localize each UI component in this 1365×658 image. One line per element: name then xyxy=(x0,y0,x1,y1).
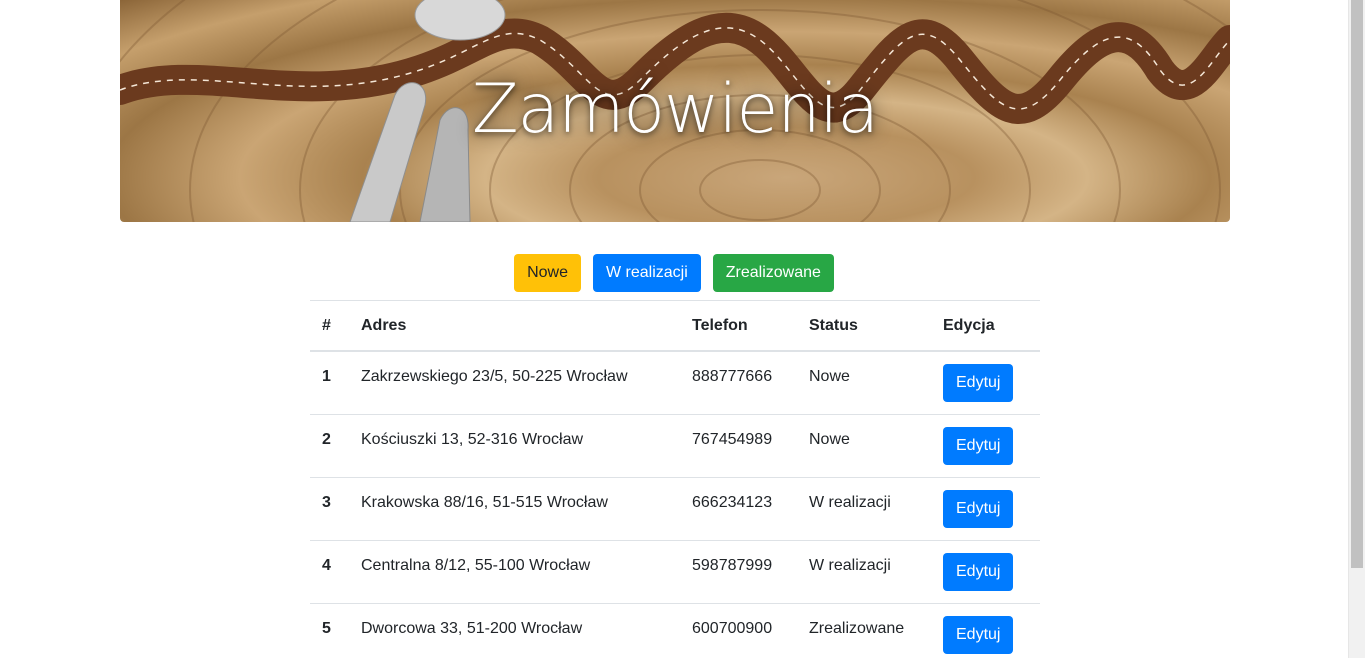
order-address: Krakowska 88/16, 51-515 Wrocław xyxy=(349,476,680,540)
table-header-row: # Adres Telefon Status Edycja xyxy=(310,300,1040,352)
order-status: Nowe xyxy=(797,413,931,477)
filter-new-button[interactable]: Nowe xyxy=(514,254,581,292)
filter-completed-button[interactable]: Zrealizowane xyxy=(712,254,834,292)
order-phone: 767454989 xyxy=(680,413,797,477)
header-edit: Edycja xyxy=(931,300,1040,352)
table-row: 4 Centralna 8/12, 55-100 Wrocław 5987879… xyxy=(310,539,1040,603)
header-address: Adres xyxy=(349,300,680,352)
order-phone: 598787999 xyxy=(680,539,797,603)
orders-table: # Adres Telefon Status Edycja 1 Zakrzews… xyxy=(310,300,1040,658)
header-status: Status xyxy=(797,300,931,352)
edit-button[interactable]: Edytuj xyxy=(943,363,1014,402)
order-address: Centralna 8/12, 55-100 Wrocław xyxy=(349,539,680,603)
order-phone: 666234123 xyxy=(680,476,797,540)
order-number: 5 xyxy=(310,602,349,658)
edit-button[interactable]: Edytuj xyxy=(943,489,1014,528)
scrollbar-thumb[interactable] xyxy=(1351,0,1363,568)
hero-banner: Zamówienia xyxy=(120,0,1230,222)
header-number: # xyxy=(310,300,349,352)
order-number: 2 xyxy=(310,413,349,477)
order-status: W realizacji xyxy=(797,476,931,540)
edit-button[interactable]: Edytuj xyxy=(943,426,1014,465)
header-phone: Telefon xyxy=(680,300,797,352)
order-status: W realizacji xyxy=(797,539,931,603)
table-row: 2 Kościuszki 13, 52-316 Wrocław 76745498… xyxy=(310,413,1040,477)
table-row: 1 Zakrzewskiego 23/5, 50-225 Wrocław 888… xyxy=(310,350,1040,414)
order-address: Kościuszki 13, 52-316 Wrocław xyxy=(349,413,680,477)
page-title: Zamówienia xyxy=(471,70,879,149)
table-row: 5 Dworcowa 33, 51-200 Wrocław 600700900 … xyxy=(310,602,1040,658)
order-address: Dworcowa 33, 51-200 Wrocław xyxy=(349,602,680,658)
order-status: Zrealizowane xyxy=(797,602,931,658)
table-row: 3 Krakowska 88/16, 51-515 Wrocław 666234… xyxy=(310,476,1040,540)
status-filter-group: Nowe W realizacji Zrealizowane xyxy=(0,254,1348,292)
page-scrollbar[interactable] xyxy=(1348,0,1365,658)
order-address: Zakrzewskiego 23/5, 50-225 Wrocław xyxy=(349,350,680,414)
filter-in-progress-button[interactable]: W realizacji xyxy=(592,254,701,292)
edit-button[interactable]: Edytuj xyxy=(943,615,1014,654)
order-number: 1 xyxy=(310,350,349,414)
order-phone: 600700900 xyxy=(680,602,797,658)
order-status: Nowe xyxy=(797,350,931,414)
order-number: 4 xyxy=(310,539,349,603)
order-phone: 888777666 xyxy=(680,350,797,414)
edit-button[interactable]: Edytuj xyxy=(943,552,1014,591)
order-number: 3 xyxy=(310,476,349,540)
